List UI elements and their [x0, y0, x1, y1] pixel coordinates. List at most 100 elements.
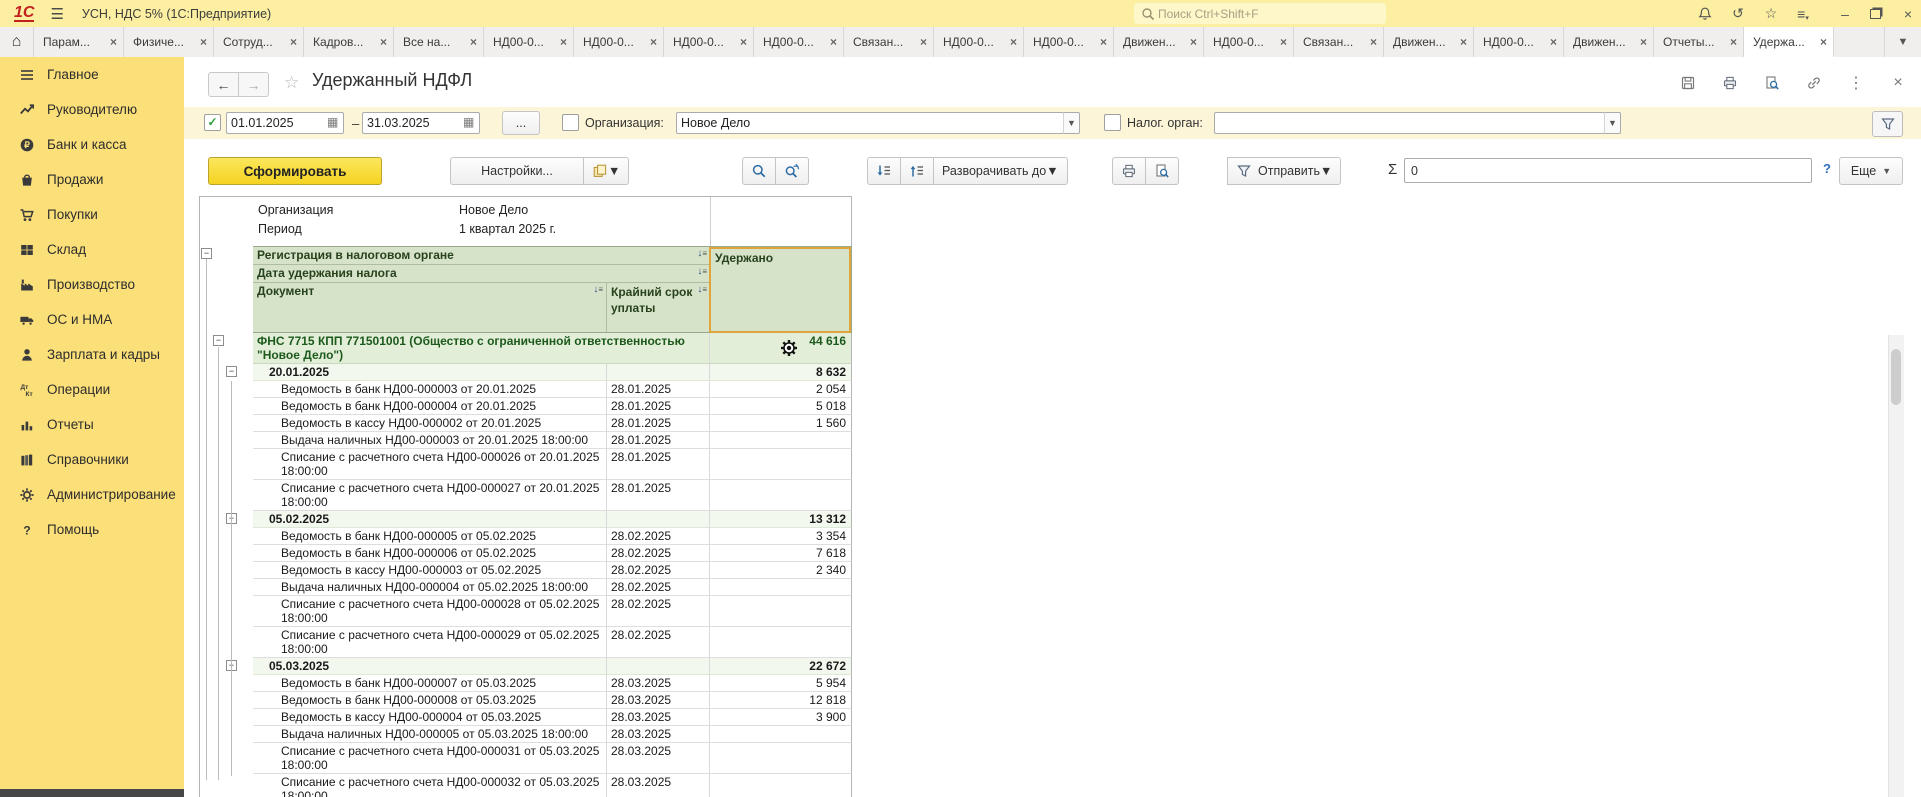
forward-button[interactable]: →	[239, 72, 269, 97]
table-cell[interactable]: 8 632	[710, 364, 852, 381]
notifications-bell-icon[interactable]	[1694, 4, 1716, 23]
table-cell[interactable]: Выдача наличных НД00-000003 от 20.01.202…	[253, 432, 607, 449]
tab-close-icon[interactable]: ×	[200, 35, 207, 49]
table-cell[interactable]: 28.01.2025	[607, 432, 710, 449]
table-row-group-fns[interactable]: − ФНС 7715 КПП 771501001 (Общество с огра…	[200, 333, 852, 364]
organization-input[interactable]	[676, 112, 1064, 134]
sidebar-item-банк-и-касса[interactable]: ₽Банк и касса	[0, 127, 184, 162]
table-cell[interactable]: 05.02.2025	[253, 511, 607, 528]
organization-dropdown-arrow[interactable]: ▼	[1063, 112, 1080, 134]
table-row-document[interactable]: Ведомость в банк НД00-000004 от 20.01.20…	[200, 398, 852, 415]
table-cell[interactable]: 28.03.2025	[607, 743, 710, 774]
table-cell[interactable]: Списание с расчетного счета НД00-000026 …	[253, 449, 607, 480]
table-cell[interactable]: Ведомость в банк НД00-000003 от 20.01.20…	[253, 381, 607, 398]
table-cell[interactable]: 12 818	[710, 692, 852, 709]
table-cell[interactable]: ФНС 7715 КПП 771501001 (Общество с огран…	[253, 333, 710, 364]
table-cell[interactable]: 28.02.2025	[607, 627, 710, 658]
sidebar-item-продажи[interactable]: Продажи	[0, 162, 184, 197]
table-cell[interactable]: 28.03.2025	[607, 726, 710, 743]
table-row-document[interactable]: Ведомость в банк НД00-000008 от 05.03.20…	[200, 692, 852, 709]
table-cell[interactable]	[710, 579, 852, 596]
tax-authority-checkbox[interactable]	[1104, 114, 1121, 131]
table-cell[interactable]: 28.01.2025	[607, 398, 710, 415]
table-row-group-date[interactable]: −20.01.20258 632	[200, 364, 852, 381]
tab[interactable]: Парам...×	[34, 27, 124, 57]
tab[interactable]: Отчеты...×	[1654, 27, 1744, 57]
table-cell[interactable]: Выдача наличных НД00-000005 от 05.03.202…	[253, 726, 607, 743]
tab-close-icon[interactable]: ×	[110, 35, 117, 49]
table-row-document[interactable]: Ведомость в банк НД00-000006 от 05.02.20…	[200, 545, 852, 562]
table-row-document[interactable]: Списание с расчетного счета НД00-000032 …	[200, 774, 852, 797]
calendar-icon[interactable]: ▦	[463, 116, 476, 129]
tab-close-icon[interactable]: ×	[1100, 35, 1107, 49]
table-row-document[interactable]: Ведомость в банк НД00-000007 от 05.03.20…	[200, 675, 852, 692]
tab[interactable]: НД00-0...×	[1204, 27, 1294, 57]
collapse-group-button[interactable]: −	[226, 366, 237, 377]
calendar-icon[interactable]: ▦	[327, 116, 340, 129]
scrollbar-thumb[interactable]	[1891, 349, 1901, 405]
report-variants-button[interactable]: ▼	[584, 157, 629, 185]
table-cell[interactable]: 28.01.2025	[607, 381, 710, 398]
tab[interactable]: НД00-0...×	[1024, 27, 1114, 57]
tab[interactable]: Сотруд...×	[214, 27, 304, 57]
table-cell[interactable]: 28.02.2025	[607, 528, 710, 545]
table-cell[interactable]	[710, 743, 852, 774]
tab[interactable]: НД00-0...×	[934, 27, 1024, 57]
tab-close-icon[interactable]: ×	[470, 35, 477, 49]
tab-close-icon[interactable]: ×	[1640, 35, 1647, 49]
generate-button[interactable]: Сформировать	[208, 157, 382, 185]
global-search-input[interactable]	[1156, 6, 1360, 22]
service-menu-icon[interactable]: ≡▾	[1792, 4, 1814, 23]
table-row-document[interactable]: Списание с расчетного счета НД00-000028 …	[200, 596, 852, 627]
autosum-field[interactable]	[1404, 158, 1812, 183]
tab-close-icon[interactable]: ×	[1280, 35, 1287, 49]
collapse-groups-button[interactable]	[901, 157, 934, 185]
more-actions-button[interactable]: Еще▼	[1839, 157, 1903, 185]
period-variants-button[interactable]: ...	[502, 111, 540, 135]
settings-button[interactable]: Настройки...	[450, 157, 584, 185]
header-registration[interactable]: Регистрация в налоговом органе ↓≡	[253, 247, 710, 265]
table-cell[interactable]: Списание с расчетного счета НД00-000031 …	[253, 743, 607, 774]
table-cell[interactable]: 28.03.2025	[607, 709, 710, 726]
close-app-button[interactable]: ×	[1897, 4, 1919, 23]
table-cell[interactable]: Выдача наличных НД00-000004 от 05.02.202…	[253, 579, 607, 596]
save-icon[interactable]	[1679, 74, 1697, 92]
table-cell[interactable]	[710, 432, 852, 449]
table-cell[interactable]: Ведомость в банк НД00-000008 от 05.03.20…	[253, 692, 607, 709]
tab-close-icon[interactable]: ×	[830, 35, 837, 49]
tab-close-icon[interactable]: ×	[920, 35, 927, 49]
find-button[interactable]	[742, 157, 776, 185]
organization-checkbox[interactable]	[562, 114, 579, 131]
tab[interactable]: НД00-0...×	[664, 27, 754, 57]
tab[interactable]: Физиче...×	[124, 27, 214, 57]
tab-overflow-button[interactable]: ▼	[1884, 27, 1921, 57]
tab[interactable]: Удержа...×	[1744, 27, 1834, 57]
expand-groups-button[interactable]	[867, 157, 901, 185]
help-button[interactable]: ?	[1823, 161, 1831, 176]
tab-close-icon[interactable]: ×	[740, 35, 747, 49]
tab[interactable]: Движен...×	[1114, 27, 1204, 57]
tab[interactable]: НД00-0...×	[754, 27, 844, 57]
table-row-group-date[interactable]: −05.03.202522 672	[200, 658, 852, 675]
table-cell[interactable]: 2 340	[710, 562, 852, 579]
sidebar-item-склад[interactable]: Склад	[0, 232, 184, 267]
sidebar-item-администрирование[interactable]: Администрирование	[0, 477, 184, 512]
table-cell[interactable]: 5 018	[710, 398, 852, 415]
table-cell[interactable]: 28.02.2025	[607, 579, 710, 596]
table-cell[interactable]: Ведомость в банк НД00-000007 от 05.03.20…	[253, 675, 607, 692]
table-cell[interactable]: Списание с расчетного счета НД00-000027 …	[253, 480, 607, 511]
find-next-button[interactable]	[776, 157, 809, 185]
table-cell[interactable]: Списание с расчетного счета НД00-000032 …	[253, 774, 607, 797]
minimize-button[interactable]: –	[1834, 4, 1856, 23]
collapse-group-button[interactable]: −	[213, 335, 224, 346]
more-menu-icon[interactable]: ⋮	[1847, 74, 1865, 92]
table-cell[interactable]: 28.03.2025	[607, 675, 710, 692]
preview-button[interactable]	[1146, 157, 1179, 185]
favorite-star-icon[interactable]: ☆	[284, 73, 299, 93]
sidebar-item-зарплата-и-кадры[interactable]: Зарплата и кадры	[0, 337, 184, 372]
table-row-document[interactable]: Выдача наличных НД00-000004 от 05.02.202…	[200, 579, 852, 596]
table-row-document[interactable]: Ведомость в кассу НД00-000004 от 05.03.2…	[200, 709, 852, 726]
sidebar-item-отчеты[interactable]: Отчеты	[0, 407, 184, 442]
table-cell[interactable]: 28.02.2025	[607, 562, 710, 579]
header-deadline[interactable]: Крайний срок уплаты ↓≡	[607, 283, 710, 332]
